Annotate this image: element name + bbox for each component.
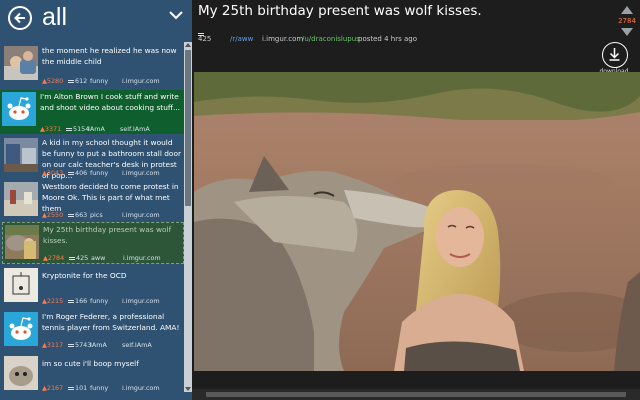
post-comments: 406	[68, 169, 87, 177]
post-domain: self.IAmA	[122, 341, 152, 349]
post-image[interactable]	[194, 72, 640, 371]
post-thumbnail	[4, 268, 38, 302]
vote-control: 2784	[616, 4, 638, 40]
post-title: I'm Alton Brown I cook stuff and write a…	[40, 92, 181, 112]
post-score: ▲2167	[42, 384, 64, 392]
list-item[interactable]: Westboro decided to come protest in Moor…	[2, 180, 184, 220]
post-title: Kryptonite for the OCD	[42, 271, 127, 280]
post-subreddit: IAmA	[90, 341, 107, 349]
sidebar-scroll-thumb[interactable]	[185, 50, 191, 206]
list-item[interactable]: I'm Alton Brown I cook stuff and write a…	[0, 90, 184, 134]
reddit-alien-icon	[2, 92, 36, 126]
chevron-down-icon	[169, 11, 183, 20]
comments-icon	[66, 127, 72, 131]
post-title: I'm Roger Federer, a professional tennis…	[42, 312, 180, 332]
vote-score: 2784	[618, 17, 636, 25]
post-subreddit: pics	[90, 211, 103, 219]
comments-icon	[68, 79, 74, 83]
list-item[interactable]: im so cute i'll boop myself ▲2167 101 fu…	[2, 354, 184, 392]
post-thumbnail	[4, 182, 38, 216]
post-title: My 25th birthday present was wolf kisses…	[43, 225, 172, 245]
post-sidebar: all the moment he realized he was now th…	[0, 0, 192, 400]
comments-icon	[69, 256, 75, 260]
comments-icon	[68, 171, 74, 175]
subreddit-link[interactable]: /r/aww	[230, 33, 253, 45]
subreddit-title: all	[42, 3, 68, 31]
post-score: ▲2784	[43, 254, 65, 262]
comments-icon	[68, 299, 74, 303]
list-item[interactable]: I'm Roger Federer, a professional tennis…	[2, 310, 184, 352]
post-comments: 425	[69, 254, 88, 262]
list-item-selected[interactable]: My 25th birthday present was wolf kisses…	[2, 222, 184, 264]
post-subreddit: IAmA	[88, 125, 105, 133]
post-comments: 612	[68, 77, 87, 85]
post-detail-title: My 25th birthday present was wolf kisses…	[198, 3, 482, 19]
post-comments: 5743	[68, 341, 91, 349]
post-subreddit: aww	[91, 254, 106, 262]
post-comments: 166	[68, 297, 87, 305]
downvote-button[interactable]	[621, 28, 633, 36]
download-button[interactable]	[602, 42, 628, 68]
post-subreddit: funny	[90, 297, 109, 305]
post-score: ▲5280	[42, 77, 64, 85]
post-age: posted 4 hrs ago	[358, 35, 417, 43]
comments-icon	[68, 343, 74, 347]
subreddit-dropdown-button[interactable]	[168, 6, 184, 20]
horizontal-scrollbar[interactable]	[192, 389, 640, 400]
post-list: the moment he realized he was now the mi…	[0, 42, 184, 392]
post-detail: My 25th birthday present was wolf kisses…	[192, 0, 640, 400]
post-domain: self.IAmA	[120, 125, 150, 133]
author-link[interactable]: /u/draconislupus	[302, 33, 360, 45]
post-thumbnail	[4, 356, 38, 390]
post-domain: i.imgur.com	[122, 297, 160, 305]
post-comments: 101	[68, 384, 87, 392]
list-item[interactable]: A kid in my school thought it would be f…	[2, 136, 184, 180]
post-comments: 663	[68, 211, 87, 219]
horizontal-scroll-thumb[interactable]	[206, 392, 626, 397]
post-title: A kid in my school thought it would be f…	[42, 138, 182, 180]
post-domain: i.imgur.com	[122, 384, 160, 392]
arrow-left-icon	[14, 12, 25, 24]
post-title: im so cute i'll boop myself	[42, 359, 139, 368]
post-comments: 5154	[66, 125, 89, 133]
back-button[interactable]	[8, 6, 32, 30]
post-subreddit: funny	[90, 169, 109, 177]
domain-link[interactable]: i.imgur.com	[262, 33, 303, 45]
post-score: ▲3371	[40, 125, 62, 133]
post-score: ▲2215	[42, 297, 64, 305]
post-subreddit: funny	[90, 77, 109, 85]
post-title: the moment he realized he was now the mi…	[42, 46, 177, 66]
post-domain: i.imgur.com	[122, 77, 160, 85]
post-score: ▲3117	[42, 341, 64, 349]
post-domain: i.imgur.com	[122, 169, 160, 177]
download-icon	[609, 48, 620, 61]
post-thumbnail	[4, 138, 38, 172]
post-score: ▲2550	[42, 211, 64, 219]
post-title: Westboro decided to come protest in Moor…	[42, 182, 179, 213]
comments-icon	[68, 386, 74, 390]
post-thumbnail	[4, 46, 38, 80]
reddit-alien-icon	[4, 312, 38, 346]
post-domain: i.imgur.com	[123, 254, 161, 262]
post-photo	[194, 72, 640, 371]
scroll-up-arrow[interactable]	[185, 43, 191, 47]
upvote-button[interactable]	[621, 6, 633, 14]
comments-icon	[68, 213, 74, 217]
post-subreddit: funny	[90, 384, 109, 392]
post-thumbnail	[5, 225, 39, 259]
sidebar-scrollbar[interactable]	[184, 42, 192, 392]
post-score: ▲3043	[42, 169, 64, 177]
list-item[interactable]: Kryptonite for the OCD ▲2215 166 funny i…	[2, 266, 184, 308]
post-domain: i.imgur.com	[122, 211, 160, 219]
list-item[interactable]: the moment he realized he was now the mi…	[2, 44, 184, 88]
scroll-down-arrow[interactable]	[185, 387, 191, 391]
sidebar-header: all	[0, 0, 192, 38]
